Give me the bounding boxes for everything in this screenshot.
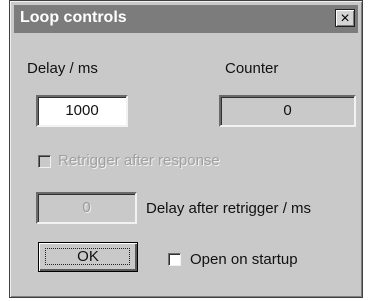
retrigger-checkbox[interactable] [38,155,51,168]
delay-label: Delay / ms [27,60,98,77]
retrigger-delay-input[interactable]: 0 [36,192,137,224]
retrigger-delay-label: Delay after retrigger / ms [146,200,312,217]
close-button[interactable]: × [335,9,355,27]
delay-input[interactable]: 1000 [36,95,128,127]
close-icon: × [340,10,350,27]
ok-button[interactable]: OK [38,242,138,272]
window-title: Loop controls [20,9,127,26]
retrigger-label: Retrigger after response [58,152,220,169]
loop-controls-dialog: Loop controls × Delay / ms 1000 Counter … [9,0,363,298]
counter-label: Counter [225,60,279,77]
open-on-startup-label: Open on startup [190,251,298,268]
title-bar[interactable]: Loop controls × [14,5,358,33]
open-on-startup-checkbox[interactable] [168,253,181,266]
ok-button-label: OK [77,248,99,265]
counter-field: 0 [219,95,356,127]
